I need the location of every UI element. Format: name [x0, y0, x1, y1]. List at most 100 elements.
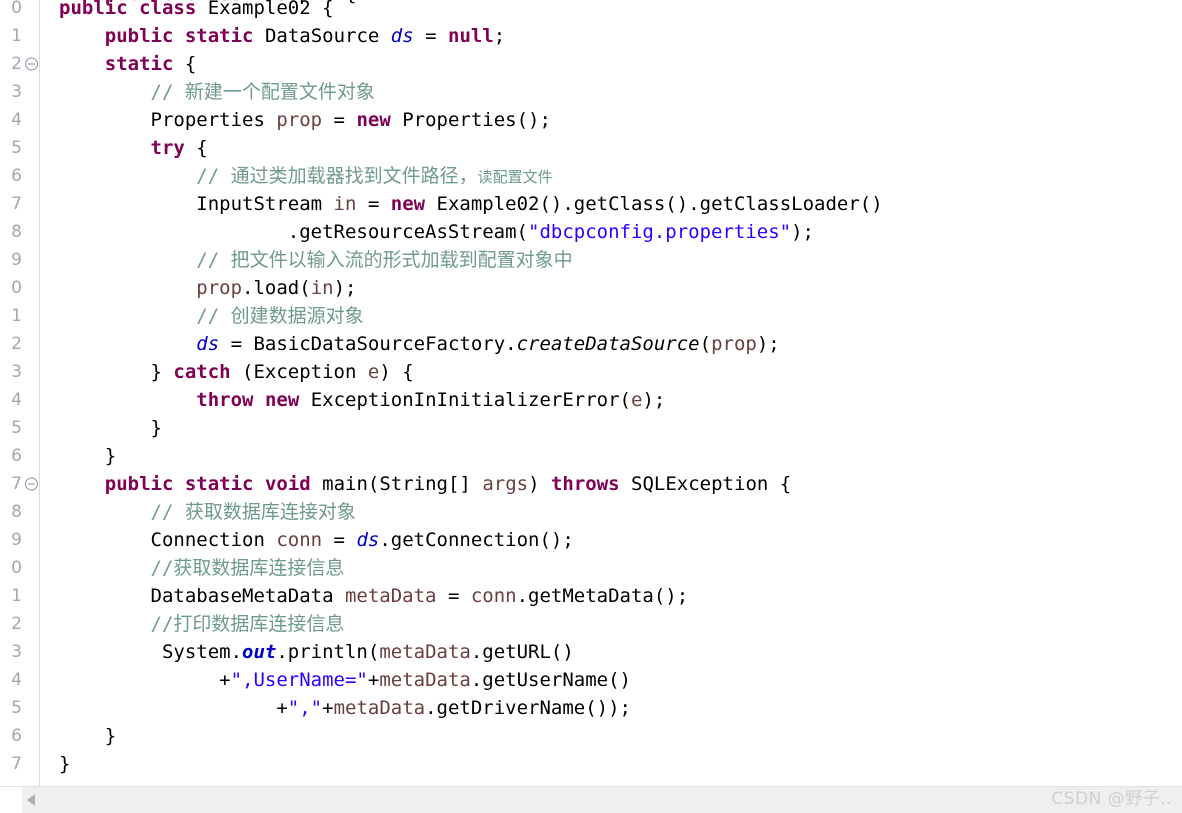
fold-collapse-icon[interactable]	[25, 477, 38, 491]
code-token: +	[367, 669, 380, 691]
code-line[interactable]: System.out.println(metaData.getURL()	[41, 638, 1182, 666]
code-line[interactable]: try {	[41, 134, 1182, 162]
code-line[interactable]: }	[41, 750, 1182, 778]
code-content[interactable]: public class Example02 { public static D…	[41, 0, 1182, 778]
code-line[interactable]: +",UserName="+metaData.getUserName()	[41, 666, 1182, 694]
code-token: }	[59, 417, 162, 439]
code-token: ExceptionInInitializerError(	[299, 389, 631, 411]
code-token: new	[264, 389, 300, 411]
code-token: .getUserName()	[470, 669, 631, 691]
code-token: ;	[493, 25, 506, 47]
code-token: {	[173, 53, 197, 75]
code-line[interactable]: public class Example02 {	[41, 0, 1182, 22]
line-number: 5	[11, 418, 22, 438]
code-token: createDataSource	[516, 333, 700, 355]
code-line[interactable]: } catch (Exception e) {	[41, 358, 1182, 386]
code-line[interactable]: public static void main(String[] args) t…	[41, 470, 1182, 498]
code-line[interactable]: // 通过类加载器找到文件路径，读配置文件	[41, 162, 1182, 190]
code-token: .getDriverName());	[425, 697, 631, 719]
code-editor-viewport[interactable]: public class Example { 01234567890123456…	[0, 0, 1182, 786]
code-token: 读配置文件	[477, 168, 553, 186]
code-line[interactable]: public static DataSource ds = null;	[41, 22, 1182, 50]
line-number: 1	[11, 586, 22, 606]
code-token: ds	[196, 333, 220, 355]
code-token: try	[150, 137, 185, 159]
code-token: main(String[]	[310, 473, 483, 495]
code-line[interactable]: +","+metaData.getDriverName());	[41, 694, 1182, 722]
code-token: System.	[59, 641, 243, 663]
line-number: 3	[11, 82, 22, 102]
code-token: );	[333, 277, 357, 299]
code-line[interactable]: prop.load(in);	[41, 274, 1182, 302]
code-token: =	[322, 109, 357, 131]
triangle-left-icon[interactable]	[22, 787, 40, 813]
code-token: prop	[196, 277, 243, 299]
code-token: }	[59, 361, 174, 383]
code-line[interactable]: .getResourceAsStream("dbcpconfig.propert…	[41, 218, 1182, 246]
code-token: "dbcpconfig.properties"	[528, 221, 792, 243]
line-number: 5	[11, 698, 22, 718]
code-token: .getConnection();	[379, 529, 574, 551]
code-token: conn	[276, 529, 323, 551]
code-line[interactable]: }	[41, 442, 1182, 470]
code-token: +	[59, 697, 288, 719]
code-line[interactable]: // 创建数据源对象	[41, 302, 1182, 330]
code-token: }	[59, 753, 71, 775]
code-line[interactable]: throw new ExceptionInInitializerError(e)…	[41, 386, 1182, 414]
code-token: Properties();	[390, 109, 551, 131]
code-line[interactable]: }	[41, 722, 1182, 750]
code-token: prop	[711, 333, 757, 355]
code-token: // 通过类加载器找到文件路径，	[196, 165, 478, 187]
code-line[interactable]: InputStream in = new Example02().getClas…	[41, 190, 1182, 218]
line-number: 3	[11, 642, 22, 662]
code-token: throws	[550, 473, 620, 495]
code-token: ","	[287, 697, 323, 719]
line-number: 9	[11, 250, 22, 270]
code-token: DataSource	[253, 25, 391, 47]
line-number-gutter[interactable]: 0 1 2 3 4 5 6 7 8 9 0 1 2 3 4 5 6 7 8 9 0 1 2 3 4 5 6 7	[0, 0, 40, 786]
code-line[interactable]: //打印数据库连接信息	[41, 610, 1182, 638]
line-number-list: 0 1 2 3 4 5 6 7 8 9 0 1 2 3 4 5 6 7 8 9 0 1 2 3 4 5 6 7	[0, 0, 39, 778]
code-line[interactable]: Connection conn = ds.getConnection();	[41, 526, 1182, 554]
code-token: in	[310, 277, 334, 299]
line-number: 3	[11, 362, 22, 382]
line-number: 0	[11, 558, 22, 578]
code-token: (Exception	[230, 361, 368, 383]
code-line[interactable]: DatabaseMetaData metaData = conn.getMeta…	[41, 582, 1182, 610]
code-line[interactable]: Properties prop = new Properties();	[41, 106, 1182, 134]
code-token: .getResourceAsStream(	[59, 221, 528, 243]
code-token: SQLException {	[619, 473, 792, 495]
code-token: Connection	[59, 529, 277, 551]
code-token: ",UserName="	[230, 669, 368, 691]
code-token: //打印数据库连接信息	[150, 613, 345, 635]
code-line[interactable]: }	[41, 414, 1182, 442]
code-line[interactable]: // 把文件以输入流的形式加载到配置对象中	[41, 246, 1182, 274]
code-token: conn	[470, 585, 517, 607]
code-line[interactable]: ds = BasicDataSourceFactory.createDataSo…	[41, 330, 1182, 358]
line-number: 8	[11, 502, 22, 522]
code-token: metaData	[379, 669, 471, 691]
code-token: throw	[196, 389, 254, 411]
code-token: DatabaseMetaData	[59, 585, 345, 607]
code-token: }	[59, 445, 117, 467]
code-line[interactable]: //获取数据库连接信息	[41, 554, 1182, 582]
code-line[interactable]: static {	[41, 50, 1182, 78]
code-token: new	[356, 109, 391, 131]
code-line[interactable]: // 获取数据库连接对象	[41, 498, 1182, 526]
line-number: 4	[11, 390, 22, 410]
code-line[interactable]: // 新建一个配置文件对象	[41, 78, 1182, 106]
line-number: 4	[11, 670, 22, 690]
fold-collapse-icon[interactable]	[25, 57, 38, 71]
code-token: ) {	[379, 361, 414, 383]
horizontal-scrollbar[interactable]	[0, 786, 1182, 813]
